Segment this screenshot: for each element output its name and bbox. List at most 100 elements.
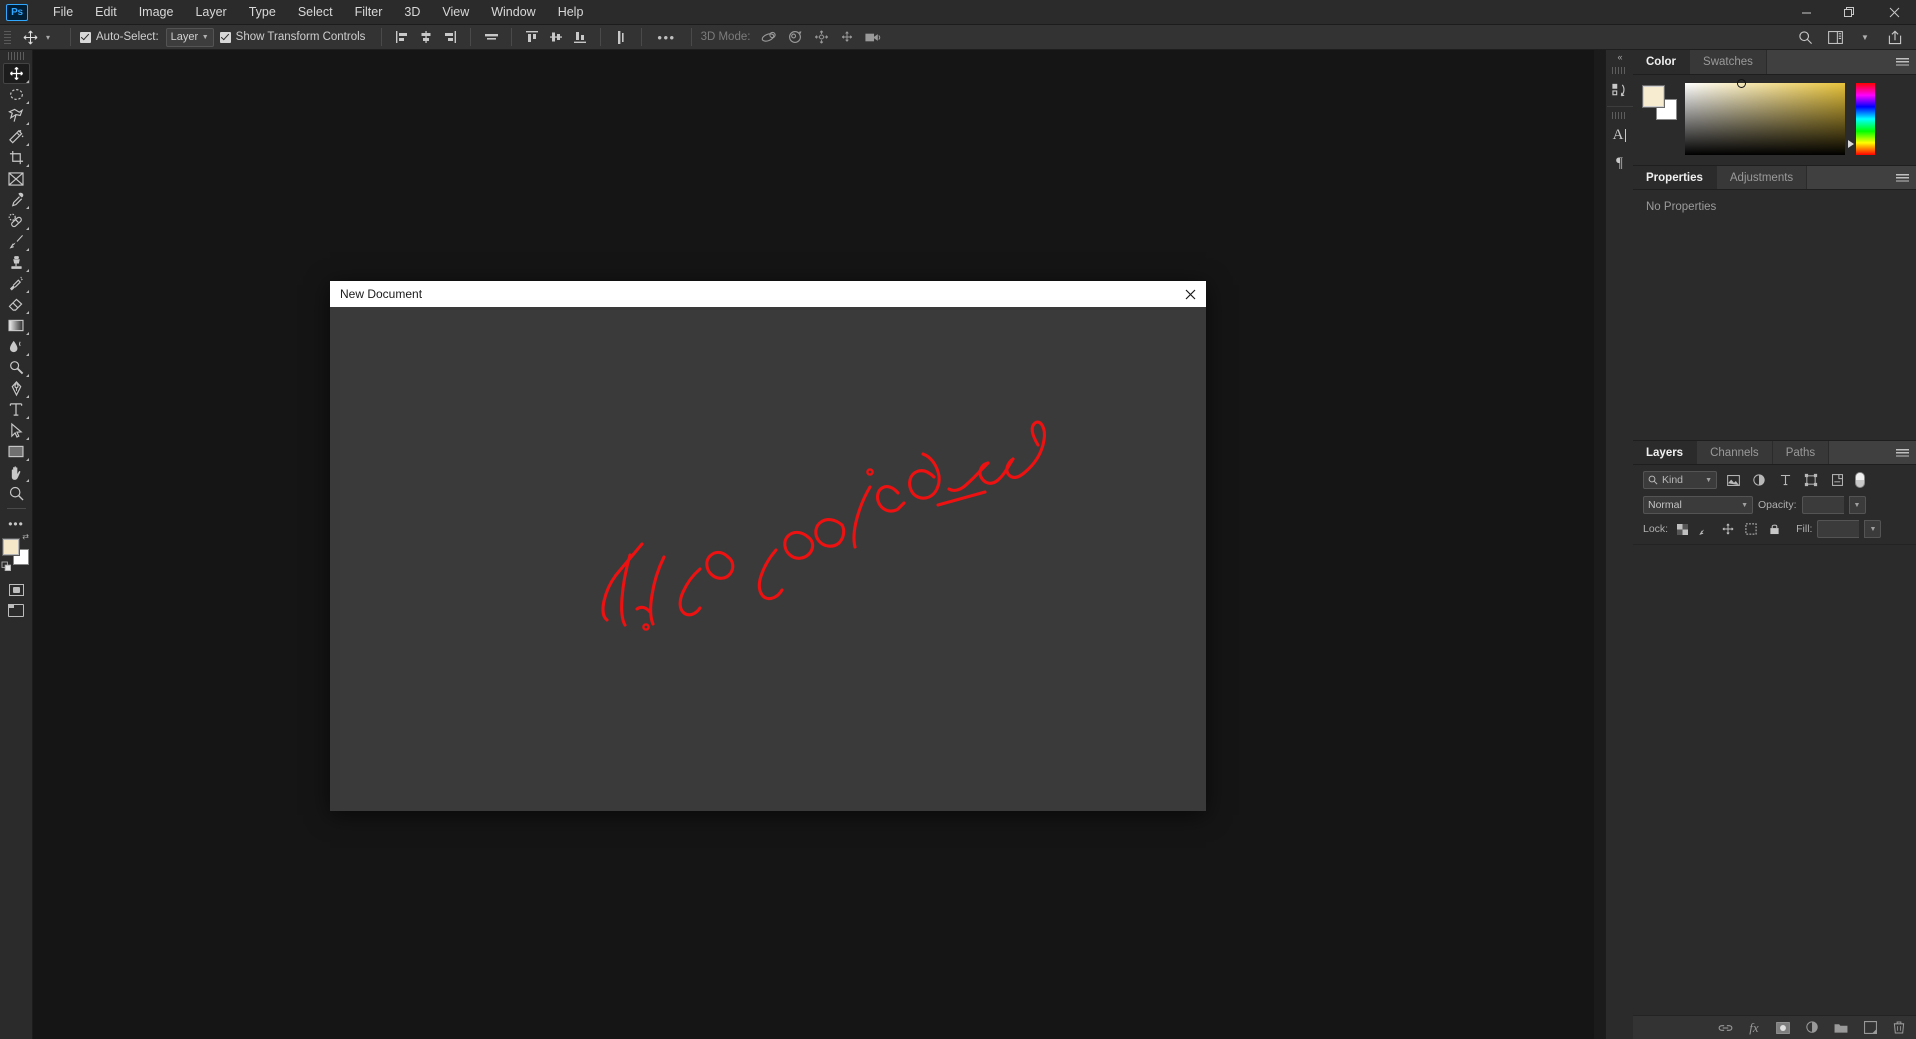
tool-pen[interactable]: [3, 378, 30, 399]
align-top-edges-icon[interactable]: [521, 27, 543, 48]
align-horizontal-centers-icon[interactable]: [415, 27, 437, 48]
hue-slider[interactable]: [1848, 83, 1875, 155]
edit-toolbar-button[interactable]: •••: [3, 513, 30, 534]
new-layer-icon[interactable]: [1861, 1019, 1879, 1037]
tab-properties[interactable]: Properties: [1633, 166, 1717, 189]
color-panel-menu-button[interactable]: [1896, 50, 1909, 75]
filter-adjustment-icon[interactable]: [1749, 471, 1769, 489]
options-bar-grip[interactable]: [3, 28, 12, 46]
close-button[interactable]: [1872, 0, 1916, 25]
tool-eyedropper[interactable]: [3, 189, 30, 210]
tool-rectangle[interactable]: [3, 441, 30, 462]
strip-grip[interactable]: [1612, 112, 1627, 119]
layer-list[interactable]: [1633, 544, 1916, 1015]
menu-file[interactable]: File: [42, 1, 84, 23]
tool-crop[interactable]: [3, 147, 30, 168]
tool-preset-chevron-icon[interactable]: ▾: [43, 33, 53, 42]
toolbar-grip[interactable]: [8, 52, 24, 60]
lock-position-icon[interactable]: [1719, 521, 1737, 538]
dialog-title-bar[interactable]: New Document: [330, 281, 1206, 307]
history-icon[interactable]: [1607, 76, 1633, 104]
workspace-icon[interactable]: [1820, 26, 1850, 48]
distribute-vertically-icon[interactable]: [610, 27, 632, 48]
move-tool-icon[interactable]: [17, 26, 43, 48]
distribute-horizontally-icon[interactable]: [480, 27, 502, 48]
align-bottom-edges-icon[interactable]: [569, 27, 591, 48]
new-group-icon[interactable]: [1832, 1019, 1850, 1037]
menu-window[interactable]: Window: [480, 1, 546, 23]
filter-pixel-icon[interactable]: [1723, 471, 1743, 489]
tool-path-selection[interactable]: [3, 420, 30, 441]
color-field[interactable]: [1685, 79, 1845, 155]
opacity-stepper[interactable]: ▼: [1848, 496, 1866, 514]
auto-select-dropdown[interactable]: Layer ▼: [165, 27, 214, 47]
tool-move[interactable]: [2, 63, 30, 84]
opacity-input[interactable]: [1801, 496, 1844, 514]
more-options-button[interactable]: •••: [651, 30, 681, 45]
lock-transparent-pixels-icon[interactable]: [1673, 521, 1691, 538]
restore-button[interactable]: [1828, 0, 1872, 25]
menu-filter[interactable]: Filter: [344, 1, 394, 23]
tool-magic-wand[interactable]: [3, 126, 30, 147]
align-vertical-centers-icon[interactable]: [545, 27, 567, 48]
chevron-down-icon[interactable]: ▼: [1850, 26, 1880, 48]
menu-layer[interactable]: Layer: [184, 1, 237, 23]
dialog-content-area[interactable]: [330, 307, 1206, 811]
filter-shape-icon[interactable]: [1801, 471, 1821, 489]
tool-blur[interactable]: [3, 336, 30, 357]
tab-channels[interactable]: Channels: [1697, 441, 1773, 464]
collapse-panels-icon[interactable]: «: [1617, 50, 1622, 64]
filter-toggle-switch[interactable]: [1855, 472, 1865, 488]
new-adjustment-layer-icon[interactable]: [1803, 1019, 1821, 1037]
align-left-edges-icon[interactable]: [391, 27, 413, 48]
screen-mode-button[interactable]: [3, 600, 30, 621]
add-layer-mask-icon[interactable]: [1774, 1019, 1792, 1037]
blend-mode-dropdown[interactable]: Normal ▼: [1643, 496, 1753, 514]
roll-3d-icon[interactable]: [784, 27, 806, 48]
properties-panel-menu-button[interactable]: [1896, 166, 1909, 191]
menu-image[interactable]: Image: [128, 1, 185, 23]
tool-dodge[interactable]: [3, 357, 30, 378]
filter-type-icon[interactable]: [1775, 471, 1795, 489]
tool-marquee[interactable]: [3, 84, 30, 105]
tool-zoom[interactable]: [3, 483, 30, 504]
tool-clone-stamp[interactable]: [3, 252, 30, 273]
quick-mask-button[interactable]: [3, 579, 30, 600]
tool-eraser[interactable]: [3, 294, 30, 315]
lock-all-icon[interactable]: [1765, 521, 1783, 538]
layer-style-fx-icon[interactable]: fx: [1745, 1019, 1763, 1037]
tool-brush[interactable]: [3, 231, 30, 252]
tab-adjustments[interactable]: Adjustments: [1716, 166, 1808, 189]
strip-grip[interactable]: [1612, 67, 1627, 74]
fill-input[interactable]: [1817, 520, 1860, 538]
share-icon[interactable]: [1880, 26, 1910, 48]
dialog-close-button[interactable]: [1174, 281, 1206, 307]
tool-frame[interactable]: [3, 168, 30, 189]
lock-artboard-icon[interactable]: [1742, 521, 1760, 538]
delete-layer-icon[interactable]: [1890, 1019, 1908, 1037]
menu-type[interactable]: Type: [238, 1, 287, 23]
orbit-3d-icon[interactable]: [758, 27, 780, 48]
align-right-edges-icon[interactable]: [439, 27, 461, 48]
slide-3d-icon[interactable]: [836, 27, 858, 48]
tool-lasso[interactable]: [3, 105, 30, 126]
foreground-color-swatch[interactable]: [3, 539, 19, 555]
auto-select-checkbox[interactable]: Auto-Select:: [80, 31, 159, 43]
canvas-workspace[interactable]: New Document: [33, 50, 1594, 1039]
fill-stepper[interactable]: ▼: [1864, 520, 1882, 538]
default-colors-icon[interactable]: [1, 561, 11, 571]
tool-type[interactable]: [3, 399, 30, 420]
tab-swatches[interactable]: Swatches: [1690, 50, 1767, 74]
layers-panel-menu-button[interactable]: [1896, 441, 1909, 466]
menu-help[interactable]: Help: [547, 1, 595, 23]
menu-select[interactable]: Select: [287, 1, 344, 23]
filter-smart-object-icon[interactable]: [1827, 471, 1847, 489]
tab-layers[interactable]: Layers: [1633, 441, 1698, 464]
menu-edit[interactable]: Edit: [84, 1, 128, 23]
paragraph-icon[interactable]: ¶: [1607, 149, 1633, 177]
tool-spot-healing[interactable]: [3, 210, 30, 231]
menu-view[interactable]: View: [431, 1, 480, 23]
color-panel-foreground-swatch[interactable]: [1643, 86, 1664, 107]
tab-color[interactable]: Color: [1633, 50, 1691, 74]
tab-paths[interactable]: Paths: [1772, 441, 1830, 464]
